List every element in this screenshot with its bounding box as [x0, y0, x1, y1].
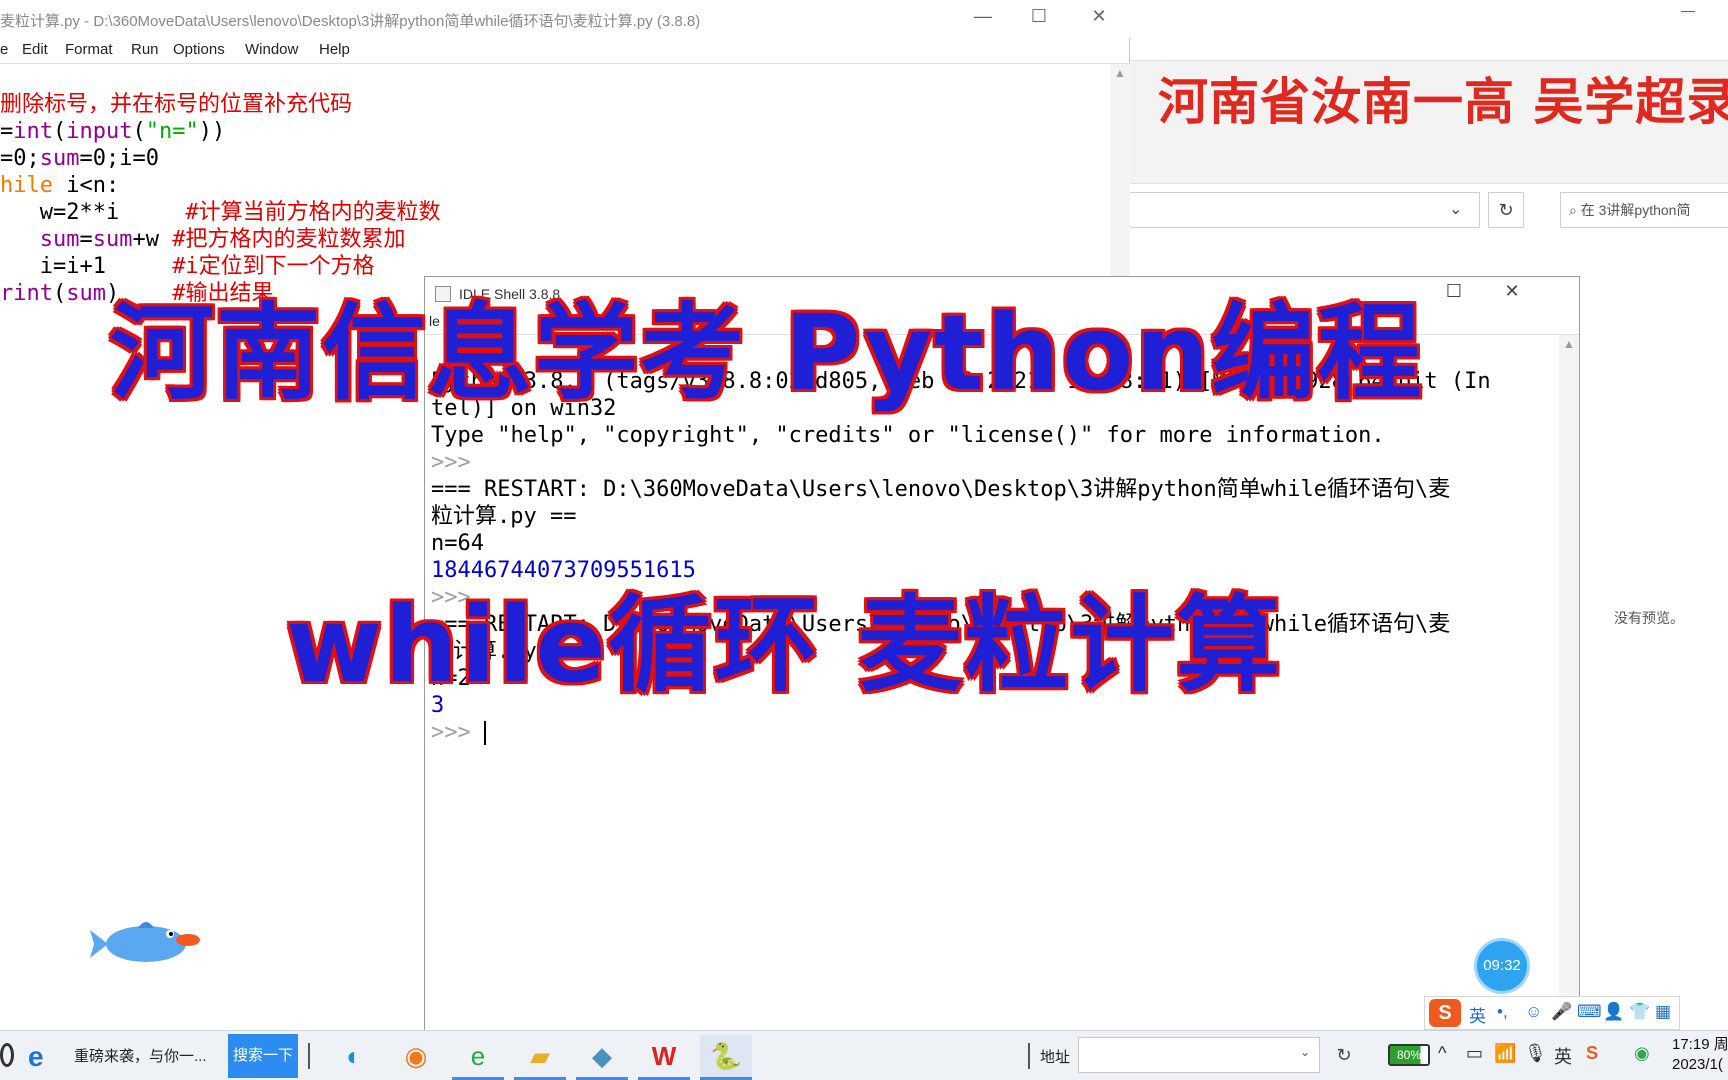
search-icon: ⌕ — [1569, 202, 1581, 218]
shell-input-echo: n=64 — [431, 531, 484, 556]
address-toolbar-input[interactable] — [1078, 1037, 1320, 1073]
notes-app-icon[interactable]: ◆ — [576, 1035, 628, 1077]
explorer-address-bar[interactable]: ⌄ — [1128, 192, 1480, 228]
menu-help[interactable]: Help — [319, 41, 350, 58]
python-idle-icon[interactable]: 🐍 — [700, 1035, 752, 1077]
scroll-up-icon[interactable]: ▲ — [1563, 337, 1575, 351]
editor-close-button[interactable]: ✕ — [1076, 6, 1122, 32]
shell-line: === RESTART: D:\360MoveData\Users\lenovo… — [431, 477, 1451, 502]
editor-menubar: e Edit Format Run Options Window Help — [0, 38, 1130, 64]
search-placeholder: 在 3讲解python简 — [1580, 202, 1691, 218]
shell-close-button[interactable]: ✕ — [1489, 281, 1535, 307]
taskbar-separator — [308, 1043, 310, 1069]
shell-prompt: >>> — [431, 720, 484, 745]
voice-input-icon[interactable]: 🎤 — [1551, 1002, 1572, 1022]
taskbar-separator — [1028, 1043, 1030, 1069]
punctuation-icon[interactable]: •, — [1497, 1002, 1508, 1022]
file-explorer-icon[interactable]: ▰ — [514, 1035, 566, 1077]
keyboard-icon[interactable]: ⌨ — [1577, 1002, 1602, 1022]
start-button-icon[interactable] — [0, 1043, 14, 1067]
explorer-refresh-button[interactable]: ↻ — [1488, 192, 1524, 228]
address-toolbar-label: 地址 — [1040, 1049, 1071, 1066]
sogou-logo-icon[interactable]: S — [1429, 999, 1461, 1027]
ie-browser-icon[interactable]: e — [28, 1041, 44, 1073]
chevron-down-icon[interactable]: ⌄ — [1449, 199, 1462, 219]
code-editor-text[interactable]: 删除标号，并在标号的位置补充代码 =int(input("n=")) =0;sum=… — [0, 64, 1110, 306]
search-button[interactable]: 搜索一下 — [228, 1034, 298, 1078]
editor-maximize-button[interactable]: ☐ — [1016, 6, 1062, 32]
system-clock[interactable]: 17:19 周 2023/1( — [1672, 1035, 1728, 1075]
shell-line: Type "help", "copyright", "credits" or "… — [431, 423, 1385, 448]
recorder-caption: 河南省汝南一高 吴学超录 — [1158, 73, 1728, 131]
menu-format[interactable]: Format — [65, 41, 113, 58]
menu-edit[interactable]: Edit — [22, 41, 48, 58]
code-line: sum=sum+w #把方格内的麦粒数累加 — [39, 227, 406, 252]
user-icon[interactable]: 👤 — [1603, 1002, 1624, 1022]
show-hidden-icons-chevron-icon[interactable]: ^ — [1438, 1043, 1446, 1064]
ime-toolbar[interactable]: S 英 •, ☺ 🎤 ⌨ 👤 👕 ▦ — [1424, 996, 1680, 1030]
code-line: 删除标号，并在标号的位置补充代码 — [0, 92, 353, 117]
code-line: =0;sum=0;i=0 — [0, 146, 159, 171]
battery-indicator[interactable]: 80% — [1388, 1044, 1430, 1066]
explorer-search-input[interactable]: ⌕ 在 3讲解python简 — [1560, 192, 1728, 228]
shell-scrollbar[interactable] — [1559, 335, 1579, 1035]
wifi-icon[interactable]: 📶 — [1494, 1043, 1516, 1064]
editor-minimize-button[interactable]: — — [960, 6, 1006, 32]
editor-title: 麦粒计算.py - D:\360MoveData\Users\lenovo\De… — [0, 13, 701, 30]
preview-pane-message: 没有预览。 — [1614, 611, 1684, 627]
emoji-icon[interactable]: ☺ — [1525, 1002, 1542, 1022]
scroll-up-icon[interactable]: ▲ — [1114, 66, 1126, 80]
clock-date: 2023/1( — [1672, 1056, 1723, 1073]
edge-browser-icon[interactable]: ◐ — [328, 1035, 380, 1077]
shell-maximize-button[interactable]: ☐ — [1431, 281, 1477, 307]
clock-time: 17:19 周 — [1672, 1036, 1728, 1053]
microphone-icon[interactable]: 🎙 — [1524, 1043, 1547, 1064]
tray-app-icon[interactable]: ◉ — [1634, 1043, 1650, 1064]
chevron-down-icon[interactable]: ⌄ — [1300, 1045, 1310, 1059]
code-line: =int(input("n=")) — [0, 119, 226, 144]
news-ticker[interactable]: 重磅来袭，与你一... — [74, 1045, 207, 1066]
shell-prompt: >>> — [431, 450, 471, 475]
shell-line: 粒计算.py == — [431, 504, 577, 529]
code-line: hile i<n: — [0, 173, 120, 198]
recording-timer-badge[interactable]: 09:32 — [1474, 938, 1530, 994]
refresh-icon[interactable]: ↻ — [1326, 1037, 1362, 1073]
menu-file[interactable]: e — [0, 41, 8, 58]
code-line: w=2**i #计算当前方格内的麦粒数 — [0, 200, 441, 225]
shell-input-line[interactable]: >>> — [431, 719, 1559, 746]
skin-icon[interactable]: 👕 — [1629, 1002, 1650, 1022]
toolbox-icon[interactable]: ▦ — [1655, 1002, 1671, 1022]
menu-run[interactable]: Run — [131, 41, 159, 58]
fish-mascot-icon — [90, 922, 200, 962]
wps-office-icon[interactable]: W — [638, 1035, 690, 1077]
video-title-overlay: 河南信息学考 Python编程 — [110, 292, 1424, 414]
menu-options[interactable]: Options — [173, 41, 225, 58]
firefox-icon[interactable]: ◉ — [390, 1035, 442, 1077]
sogou-tray-icon[interactable]: S — [1586, 1043, 1598, 1064]
menu-window[interactable]: Window — [245, 41, 298, 58]
video-subtitle-overlay: while循环 麦粒计算 — [286, 584, 1283, 706]
ime-language-toggle[interactable]: 英 — [1469, 1002, 1486, 1027]
text-cursor — [483, 721, 486, 745]
360-browser-icon[interactable]: e — [452, 1035, 504, 1077]
explorer-minimize-button[interactable]: — — [1668, 2, 1708, 26]
editor-title-bar[interactable]: 麦粒计算.py - D:\360MoveData\Users\lenovo\De… — [0, 0, 1130, 38]
taskbar: e 重磅来袭，与你一... 搜索一下 ◐ ◉ e ▰ ◆ W 🐍 地址 ⌄ ↻ … — [0, 1030, 1728, 1080]
input-language-icon[interactable]: 英 — [1554, 1043, 1572, 1069]
display-icon[interactable]: ▭ — [1466, 1043, 1483, 1064]
